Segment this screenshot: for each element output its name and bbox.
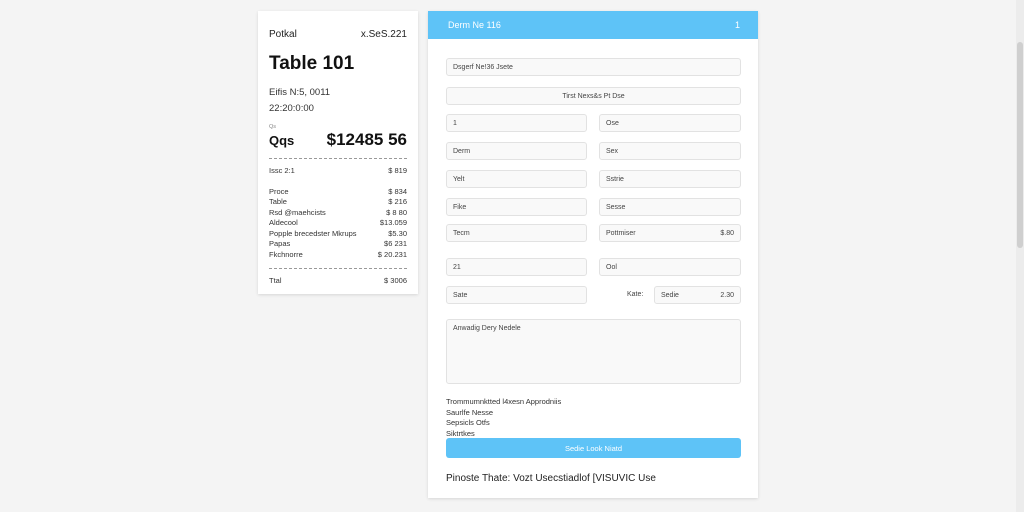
divider: [269, 268, 407, 269]
note-item: Trommumnktted l4xesn Approdniis: [446, 397, 562, 406]
row-input-left[interactable]: Yelt: [446, 170, 587, 188]
receipt-title: Table 101: [269, 53, 355, 74]
receipt-total-label: Qqs: [269, 133, 295, 148]
row-input-right[interactable]: Ose: [599, 114, 741, 132]
panel-title: Derm Ne 116: [448, 20, 501, 30]
receipt-final-label: Ttal: [269, 276, 282, 285]
row-ool-input[interactable]: Ool: [599, 258, 741, 276]
kate-label: Kate:: [627, 291, 644, 298]
receipt-final-row: Ttal $ 3006: [269, 276, 407, 287]
receipt-header-left: Potkal: [269, 29, 297, 40]
divider: [269, 158, 407, 159]
team-input[interactable]: Tecm: [446, 224, 587, 242]
receipt-info: Eifis N:5, 0011 22:20:0:00: [269, 85, 407, 117]
row-input-left[interactable]: 1: [446, 114, 587, 132]
receipt-row-label: Papas: [269, 239, 291, 248]
row-input-left[interactable]: Derm: [446, 142, 587, 160]
receipt-header: Potkal x.SeS.221: [269, 29, 407, 40]
note-item: Saurlfe Nesse: [446, 407, 494, 417]
receipt-header-right: x.SeS.221: [360, 29, 407, 40]
sedie-value: 2.30: [720, 291, 734, 299]
receipt-row-value: $13.059: [379, 218, 407, 227]
receipt-row-value: $ 8 80: [386, 207, 407, 217]
receipt-row: Table $ 216: [269, 197, 407, 208]
submit-button[interactable]: Sedie Look Niatd: [446, 438, 741, 458]
row-input-right[interactable]: Sesse: [599, 198, 741, 216]
receipt-row-value: $6 231: [384, 239, 407, 248]
receipt-row-label: Rsd @maehcists: [269, 207, 326, 217]
receipt-row: Aldecool $13.059: [269, 218, 407, 229]
receipt-row: Rsd @maehcists $ 8 80: [269, 208, 407, 219]
receipt-row-label: Popple brecedster Mkrups: [269, 228, 357, 238]
pollmiser-value: $.80: [720, 229, 734, 237]
receipt-row: Proce $ 834: [269, 187, 407, 198]
header-action-button[interactable]: Tirst Nexs&s Pt Dse: [446, 87, 741, 105]
page-scrollbar[interactable]: [1016, 0, 1024, 512]
receipt-row-label: Table: [269, 197, 287, 206]
receipt-row-value: $5.30: [388, 228, 407, 238]
row-input-left[interactable]: Fike: [446, 198, 587, 216]
receipt-row-value: $ 216: [388, 197, 407, 206]
receipt-info-line2: 22:20:0:00: [269, 103, 314, 114]
row-input-right[interactable]: Sex: [599, 142, 741, 160]
receipt-row-label: Fkchnorre: [269, 249, 303, 259]
sedie-label: Sedie: [661, 291, 679, 299]
sedie-field[interactable]: Sedie 2.30: [654, 286, 741, 304]
footer-text: Pinoste Thate: Vozt Usecstiadlof [VISUVI…: [446, 473, 656, 484]
panel-header: Derm Ne 116 1: [428, 11, 758, 39]
receipt-row: Papas $6 231: [269, 239, 407, 250]
panel-header-right[interactable]: 1: [735, 20, 740, 30]
receipt-card: Potkal x.SeS.221 Table 101 Eifis N:5, 00…: [258, 11, 418, 294]
order-form-panel: Derm Ne 116 1 Dsgerf Ne!36 Jsete Tirst N…: [428, 11, 758, 498]
receipt-row-label: Proce: [269, 186, 289, 196]
notes-textarea[interactable]: Anwadig Dery Nedele: [446, 319, 741, 384]
receipt-row: Fkchnorre $ 20.231: [269, 250, 407, 261]
scrollbar-thumb[interactable]: [1017, 42, 1023, 248]
receipt-row: Issc 2:1 $ 819: [269, 166, 407, 177]
receipt-info-line1: Eifis N:5, 0011: [269, 87, 331, 98]
receipt-total-amount: $12485 56: [326, 130, 407, 149]
receipt-final-value: $ 3006: [384, 276, 407, 285]
notes-list: Trommumnktted l4xesn Approdniis Saurlfe …: [446, 397, 561, 439]
pollmiser-label: Pottmiser: [606, 229, 636, 237]
receipt-row-label: Aldecool: [269, 218, 298, 227]
receipt-total: Qqs $12485 56: [269, 130, 407, 150]
top-input[interactable]: Dsgerf Ne!36 Jsete: [446, 58, 741, 76]
row-21-input[interactable]: 21: [446, 258, 587, 276]
sate-input[interactable]: Sate: [446, 286, 587, 304]
row-input-right[interactable]: Sstrie: [599, 170, 741, 188]
receipt-row-value: $ 819: [388, 166, 407, 175]
receipt-row-label: Issc 2:1: [269, 166, 295, 175]
receipt-row-value: $ 834: [388, 186, 407, 196]
receipt-row: Popple brecedster Mkrups $5.30: [269, 229, 407, 240]
pollmiser-field[interactable]: Pottmiser $.80: [599, 224, 741, 242]
note-item: Sepsicls Otfs: [446, 418, 490, 427]
receipt-row-value: $ 20.231: [377, 249, 407, 259]
